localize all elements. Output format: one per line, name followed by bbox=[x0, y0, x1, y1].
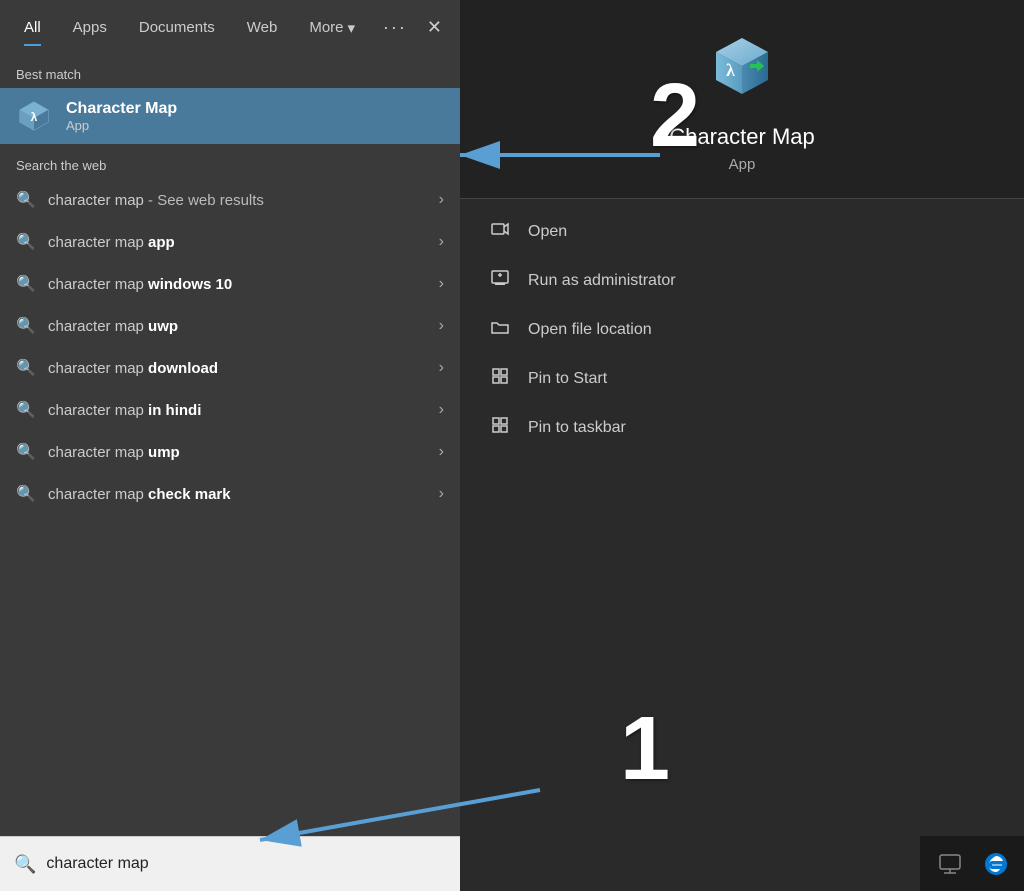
context-menu: Open Run as administrator Open file loca… bbox=[460, 199, 1024, 460]
search-item-text-5: character map in hindi bbox=[48, 402, 427, 419]
search-bar-icon: 🔍 bbox=[14, 854, 36, 875]
open-label: Open bbox=[528, 223, 567, 241]
folder-icon bbox=[488, 317, 512, 342]
context-open[interactable]: Open bbox=[460, 207, 1024, 256]
admin-label: Run as administrator bbox=[528, 272, 676, 290]
search-icon: 🔍 bbox=[16, 190, 36, 210]
open-icon bbox=[488, 219, 512, 244]
chevron-right-icon: › bbox=[439, 317, 444, 335]
chevron-right-icon: › bbox=[439, 359, 444, 377]
app-detail-header: λ Character Map App bbox=[460, 0, 1024, 199]
search-icon: 🔍 bbox=[16, 232, 36, 252]
search-item-1[interactable]: 🔍 character map app › bbox=[0, 221, 460, 263]
search-item-text-7: character map check mark bbox=[48, 486, 427, 503]
tab-bar: All Apps Documents Web More ▾ ··· ✕ bbox=[0, 0, 460, 55]
search-item-text-4: character map download bbox=[48, 360, 427, 377]
svg-text:λ: λ bbox=[726, 60, 735, 80]
taskbar: X W P bbox=[920, 836, 1024, 891]
search-icon: 🔍 bbox=[16, 442, 36, 462]
pin-taskbar-label: Pin to taskbar bbox=[528, 419, 626, 437]
admin-icon bbox=[488, 268, 512, 293]
search-input[interactable] bbox=[46, 855, 446, 873]
chevron-down-icon: ▾ bbox=[348, 19, 356, 37]
app-icon-small: λ bbox=[16, 98, 52, 134]
app-detail-name: Character Map bbox=[669, 124, 815, 150]
search-item-text-6: character map ump bbox=[48, 444, 427, 461]
search-item-2[interactable]: 🔍 character map windows 10 › bbox=[0, 263, 460, 305]
pin-start-icon bbox=[488, 366, 512, 391]
search-icon: 🔍 bbox=[16, 400, 36, 420]
search-item-6[interactable]: 🔍 character map ump › bbox=[0, 431, 460, 473]
pin-taskbar-icon bbox=[488, 415, 512, 440]
best-match-label: Best match bbox=[0, 55, 460, 88]
context-pin-taskbar[interactable]: Pin to taskbar bbox=[460, 403, 1024, 452]
search-icon: 🔍 bbox=[16, 484, 36, 504]
search-item-4[interactable]: 🔍 character map download › bbox=[0, 347, 460, 389]
chevron-right-icon: › bbox=[439, 443, 444, 461]
search-item-text-1: character map app bbox=[48, 234, 427, 251]
app-detail-type: App bbox=[729, 156, 756, 173]
chevron-right-icon: › bbox=[439, 485, 444, 503]
taskbar-search[interactable] bbox=[930, 844, 970, 884]
context-pin-start[interactable]: Pin to Start bbox=[460, 354, 1024, 403]
best-match-text: Character Map App bbox=[66, 100, 177, 133]
search-item-0[interactable]: 🔍 character map - See web results › bbox=[0, 179, 460, 221]
context-run-admin[interactable]: Run as administrator bbox=[460, 256, 1024, 305]
search-panel: All Apps Documents Web More ▾ ··· ✕ Best… bbox=[0, 0, 460, 891]
context-open-location[interactable]: Open file location bbox=[460, 305, 1024, 354]
tab-web[interactable]: Web bbox=[233, 11, 292, 44]
chevron-right-icon: › bbox=[439, 191, 444, 209]
web-section-label: Search the web bbox=[0, 144, 460, 179]
best-match-subtitle: App bbox=[66, 118, 177, 133]
close-button[interactable]: ✕ bbox=[419, 9, 450, 46]
search-item-text-2: character map windows 10 bbox=[48, 276, 427, 293]
search-icon: 🔍 bbox=[16, 274, 36, 294]
pin-start-label: Pin to Start bbox=[528, 370, 607, 388]
search-item-5[interactable]: 🔍 character map in hindi › bbox=[0, 389, 460, 431]
search-icon: 🔍 bbox=[16, 358, 36, 378]
open-location-label: Open file location bbox=[528, 321, 652, 339]
taskbar-edge[interactable] bbox=[976, 844, 1016, 884]
chevron-right-icon: › bbox=[439, 275, 444, 293]
svg-text:λ: λ bbox=[31, 110, 38, 124]
best-match-item[interactable]: λ Character Map App bbox=[0, 88, 460, 144]
chevron-right-icon: › bbox=[439, 401, 444, 419]
chevron-right-icon: › bbox=[439, 233, 444, 251]
right-panel: λ Character Map App Open bbox=[460, 0, 1024, 891]
tab-all[interactable]: All bbox=[10, 11, 55, 44]
best-match-title: Character Map bbox=[66, 100, 177, 118]
tab-documents[interactable]: Documents bbox=[125, 11, 229, 44]
more-options-button[interactable]: ··· bbox=[375, 9, 415, 46]
search-item-3[interactable]: 🔍 character map uwp › bbox=[0, 305, 460, 347]
tab-more[interactable]: More ▾ bbox=[295, 11, 369, 45]
search-item-text-0: character map - See web results bbox=[48, 192, 427, 209]
search-bar: 🔍 bbox=[0, 836, 460, 891]
search-icon: 🔍 bbox=[16, 316, 36, 336]
search-item-7[interactable]: 🔍 character map check mark › bbox=[0, 473, 460, 515]
tab-apps[interactable]: Apps bbox=[59, 11, 121, 44]
search-item-text-3: character map uwp bbox=[48, 318, 427, 335]
app-icon-large: λ bbox=[702, 30, 782, 110]
